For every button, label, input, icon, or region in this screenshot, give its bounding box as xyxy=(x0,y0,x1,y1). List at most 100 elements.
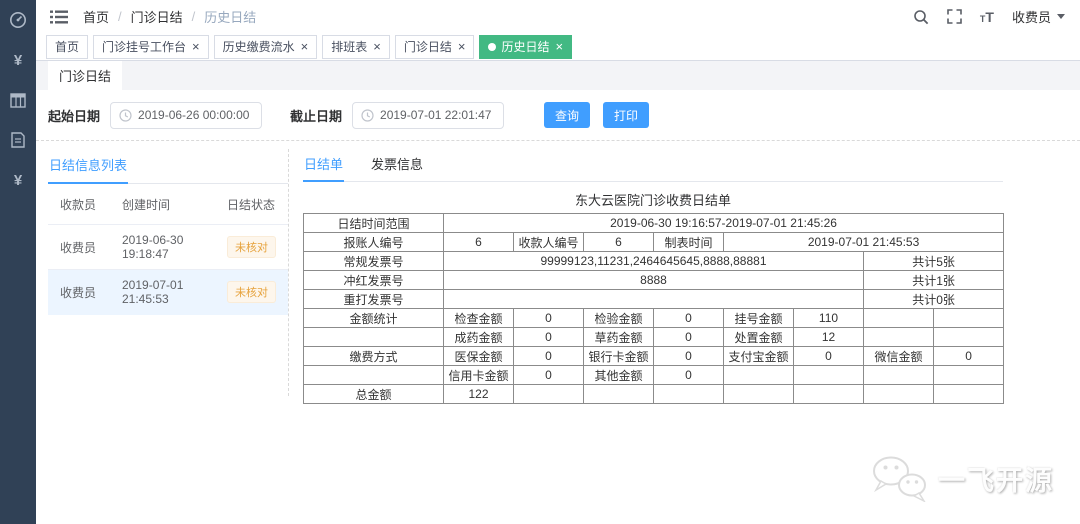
tag-label: 门诊挂号工作台 xyxy=(102,40,187,54)
print-button[interactable]: 打印 xyxy=(603,102,650,128)
breadcrumb: 首页 / 门诊日结 / 历史日结 xyxy=(83,7,256,26)
daily-settlement-table: 日结时间范围 2019-06-30 19:16:57-2019-07-01 21… xyxy=(303,213,1005,404)
start-date-label: 起始日期 xyxy=(48,108,101,124)
report-cell: 制表时间 xyxy=(653,232,724,252)
search-icon[interactable] xyxy=(913,9,929,25)
close-icon[interactable]: × xyxy=(301,40,309,53)
yuan-icon[interactable]: ¥ xyxy=(0,160,36,200)
list-header: 收款员 创建时间 日结状态 xyxy=(48,184,288,225)
tag-schedule[interactable]: 排班表 × xyxy=(322,34,390,59)
report-title: 东大云医院门诊收费日结单 xyxy=(574,193,731,208)
close-icon[interactable]: × xyxy=(458,40,466,53)
fullscreen-icon[interactable] xyxy=(947,9,962,24)
start-date-value: 2019-06-26 00:00:00 xyxy=(138,108,250,122)
document-icon[interactable] xyxy=(0,120,36,160)
tag-history-payment-flow[interactable]: 历史缴费流水 × xyxy=(213,34,318,59)
report-cell xyxy=(513,384,584,404)
table-row: 重打发票号 共计0张 xyxy=(303,289,1005,309)
search-button[interactable]: 查询 xyxy=(544,102,591,128)
breadcrumb-separator: / xyxy=(191,9,196,24)
list-item-selected[interactable]: 收费员 2019-07-01 21:45:53 未核对 xyxy=(48,270,288,315)
report-cell: 报账人编号 xyxy=(303,232,444,252)
table-row: 报账人编号 6 收款人编号 6 制表时间 2019-07-01 21:45:53 xyxy=(303,232,1005,252)
report-cell xyxy=(863,365,934,385)
wechat-logo-icon xyxy=(873,456,926,502)
table-icon[interactable] xyxy=(0,80,36,120)
report-cell: 其他金额 xyxy=(583,365,654,385)
navbar-right-tools: TT 收费员 xyxy=(913,7,1065,26)
report-cell: 医保金额 xyxy=(443,346,514,366)
end-date-label: 截止日期 xyxy=(290,108,343,124)
report-cell xyxy=(303,327,444,347)
tag-history-settle-active[interactable]: 历史日结 × xyxy=(479,34,573,59)
report-cell: 草药金额 xyxy=(583,327,654,347)
user-name: 收费员 xyxy=(1011,10,1051,25)
yuan-icon[interactable]: ¥ xyxy=(0,40,36,80)
report-cell: 银行卡金额 xyxy=(583,346,654,366)
active-dot-icon xyxy=(488,42,497,51)
report-cell: 6 xyxy=(583,232,654,252)
report-cell: 支付宝金额 xyxy=(723,346,794,366)
start-date-input[interactable]: 2019-06-26 00:00:00 xyxy=(110,101,263,129)
close-icon[interactable]: × xyxy=(555,40,563,53)
report-cell: 共计5张 xyxy=(862,251,1005,271)
report-cell: 8888 xyxy=(443,270,864,290)
tab-daily-settle-sheet[interactable]: 日结单 xyxy=(303,149,345,182)
col-cashier: 收款员 xyxy=(60,198,97,212)
breadcrumb-separator: / xyxy=(118,9,122,24)
page-tab-outpatient-settle[interactable]: 门诊日结 xyxy=(48,61,122,90)
table-row: 成药金额 0 草药金额 0 处置金额 12 xyxy=(303,327,1005,347)
dashboard-icon[interactable] xyxy=(0,0,36,40)
list-item[interactable]: 收费员 2019-06-30 19:18:47 未核对 xyxy=(48,225,288,270)
app-main-column: 首页 / 门诊日结 / 历史日结 TT 收费员 首页 门诊挂号工作台 × 历史缴费… xyxy=(36,0,1080,524)
user-dropdown[interactable]: 收费员 xyxy=(1012,7,1065,26)
page-tab-strip: 门诊日结 xyxy=(36,61,1080,90)
report-cell: 金额统计 xyxy=(303,308,444,328)
table-row: 金额统计 检查金额 0 检验金额 0 挂号金额 110 xyxy=(303,308,1005,328)
tag-label: 门诊日结 xyxy=(403,40,452,54)
close-icon[interactable]: × xyxy=(373,40,381,53)
report-cell: 微信金额 xyxy=(863,346,934,366)
report-cell: 2019-07-01 21:45:53 xyxy=(722,232,1005,252)
end-date-input[interactable]: 2019-07-01 22:01:47 xyxy=(352,101,505,129)
tags-view-bar: 首页 门诊挂号工作台 × 历史缴费流水 × 排班表 × 门诊日结 × 历史日结 × xyxy=(36,33,1080,61)
report-cell: 110 xyxy=(793,308,864,328)
tag-outpatient-settle[interactable]: 门诊日结 × xyxy=(394,34,475,59)
report-cell xyxy=(443,289,864,309)
tab-invoice-info[interactable]: 发票信息 xyxy=(370,149,424,181)
report-cell: 冲红发票号 xyxy=(303,270,444,290)
close-icon[interactable]: × xyxy=(192,40,200,53)
report-cell: 检查金额 xyxy=(443,308,514,328)
report-cell xyxy=(723,384,794,404)
table-row: 冲红发票号 8888 共计1张 xyxy=(303,270,1005,290)
status-badge: 未核对 xyxy=(227,236,276,258)
tag-label: 排班表 xyxy=(331,40,368,54)
tab-settlement-info-list[interactable]: 日结信息列表 xyxy=(48,149,129,184)
table-row: 总金额 122 xyxy=(303,384,1005,404)
report-cell xyxy=(863,327,934,347)
report-cell: 0 xyxy=(513,346,584,366)
col-created-time: 创建时间 xyxy=(122,198,171,212)
report-cell: 重打发票号 xyxy=(303,289,444,309)
breadcrumb-current: 历史日结 xyxy=(204,10,257,25)
font-size-icon[interactable]: TT xyxy=(980,10,994,24)
report-cell: 日结时间范围 xyxy=(303,213,444,233)
query-form: 起始日期 2019-06-26 00:00:00 截止日期 2019-07-01… xyxy=(36,90,1080,140)
table-row: 日结时间范围 2019-06-30 19:16:57-2019-07-01 21… xyxy=(303,213,1005,233)
cashier-cell: 收费员 xyxy=(60,285,97,300)
tag-label: 历史日结 xyxy=(501,40,550,54)
tag-registration-workbench[interactable]: 门诊挂号工作台 × xyxy=(93,34,209,59)
hamburger-icon[interactable] xyxy=(50,10,68,24)
watermark: 一飞开源 xyxy=(868,454,1054,502)
cashier-cell: 收费员 xyxy=(60,240,97,255)
report-cell xyxy=(583,384,654,404)
tag-home[interactable]: 首页 xyxy=(46,34,89,59)
created-cell: 2019-07-01 21:45:53 xyxy=(122,278,184,306)
clock-icon xyxy=(361,108,374,122)
breadcrumb-outpatient-settle[interactable]: 门诊日结 xyxy=(131,7,183,26)
report-cell: 总金额 xyxy=(303,384,444,404)
report-cell: 成药金额 xyxy=(443,327,514,347)
report-cell: 处置金额 xyxy=(723,327,794,347)
breadcrumb-home[interactable]: 首页 xyxy=(83,7,109,26)
report-cell: 6 xyxy=(443,232,514,252)
